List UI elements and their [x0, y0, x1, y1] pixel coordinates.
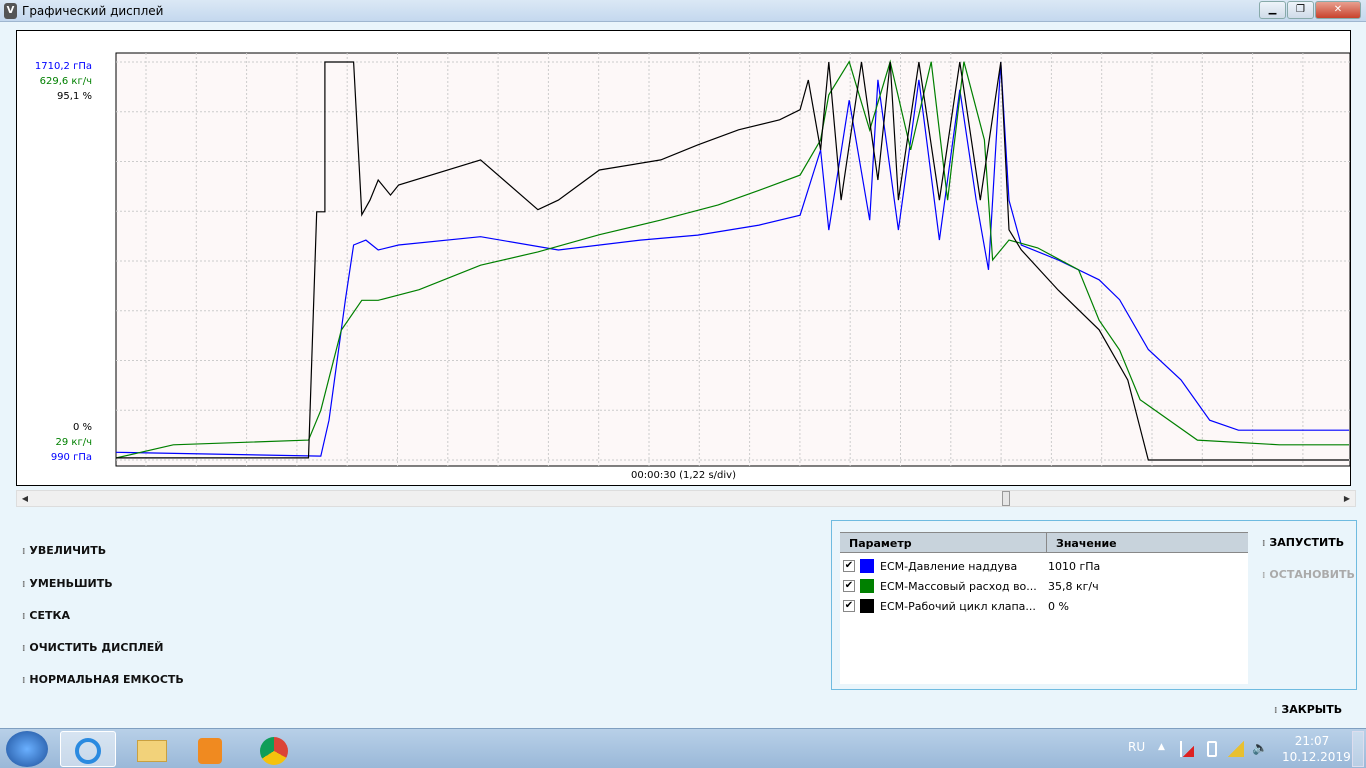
table-row[interactable]: ✔ ECM-Массовый расход во... 35,8 кг/ч — [840, 576, 1248, 596]
param-value: 0 % — [1048, 599, 1069, 613]
chart-plot — [115, 52, 1350, 467]
table-header: Параметр Значение — [840, 532, 1248, 553]
grid-button[interactable]: ⁞ СЕТКА — [22, 609, 70, 622]
stop-button[interactable]: ⁞ ОСТАНОВИТЬ — [1262, 568, 1355, 581]
column-value: Значение — [1056, 537, 1117, 550]
bullet-icon: ⁞ — [1274, 706, 1278, 716]
show-desktop-button[interactable] — [1352, 731, 1364, 767]
start-button[interactable]: ⁞ ЗАПУСТИТЬ — [1262, 536, 1344, 549]
close-window-button[interactable]: ✕ — [1315, 1, 1361, 19]
bullet-icon: ⁞ — [1262, 539, 1266, 549]
bullet-icon: ⁞ — [22, 644, 26, 654]
param-name: ECM-Рабочий цикл клапа... — [880, 599, 1036, 613]
blue-axis-min: 990 гПа — [50, 452, 92, 463]
scroll-thumb[interactable] — [1002, 491, 1010, 506]
parameter-table: Параметр Значение ✔ ECM-Давление наддува… — [840, 532, 1248, 684]
table-row[interactable]: ✔ ECM-Рабочий цикл клапа... 0 % — [840, 596, 1248, 616]
clock-time[interactable]: 21:07 — [1282, 734, 1342, 748]
explorer-taskbar-icon[interactable] — [124, 731, 180, 767]
clear-display-button[interactable]: ⁞ ОЧИСТИТЬ ДИСПЛЕЙ — [22, 641, 164, 654]
param-name: ECM-Давление наддува — [880, 559, 1018, 573]
normal-capacity-button[interactable]: ⁞ НОРМАЛЬНАЯ ЕМКОСТЬ — [22, 673, 184, 686]
language-indicator[interactable]: RU — [1128, 740, 1145, 754]
action-center-flag-icon[interactable] — [1180, 741, 1194, 757]
bullet-icon: ⁞ — [22, 612, 26, 622]
horizontal-scrollbar[interactable]: ◀ ▶ — [16, 490, 1356, 507]
green-axis-min: 29 кг/ч — [55, 437, 92, 448]
tray-expand-icon[interactable]: ▲ — [1158, 742, 1165, 752]
color-swatch — [860, 579, 874, 593]
column-parameter: Параметр — [840, 533, 1047, 552]
bullet-icon: ⁞ — [22, 676, 26, 686]
table-row[interactable]: ✔ ECM-Давление наддува 1010 гПа — [840, 556, 1248, 576]
green-axis-max: 629,6 кг/ч — [39, 76, 92, 87]
app-icon: V — [4, 3, 17, 19]
param-value: 35,8 кг/ч — [1048, 579, 1099, 593]
battery-icon[interactable] — [1207, 741, 1217, 757]
window-title: Графический дисплей — [22, 4, 164, 18]
bullet-icon: ⁞ — [1262, 571, 1266, 581]
color-swatch — [860, 559, 874, 573]
minimize-button[interactable]: ▁ — [1259, 1, 1286, 19]
checkbox[interactable]: ✔ — [843, 560, 855, 572]
zoom-out-button[interactable]: ⁞ УМЕНЬШИТЬ — [22, 577, 113, 590]
ie-taskbar-icon[interactable] — [60, 731, 116, 767]
start-menu-button[interactable] — [6, 731, 48, 767]
checkbox[interactable]: ✔ — [843, 580, 855, 592]
media-player-taskbar-icon[interactable] — [182, 731, 238, 767]
color-swatch — [860, 599, 874, 613]
scroll-right-button[interactable]: ▶ — [1339, 491, 1355, 506]
black-axis-min: 0 % — [72, 422, 92, 433]
taskbar: RU ▲ 🔈 21:07 10.12.2019 — [0, 728, 1366, 768]
volume-icon[interactable]: 🔈 — [1252, 741, 1268, 756]
scroll-left-button[interactable]: ◀ — [17, 491, 33, 506]
chart: 1710,2 гПа 629,6 кг/ч 95,1 % 0 % 29 кг/ч… — [16, 30, 1351, 486]
title-bar: V Графический дисплей ▁ ❐ ✕ — [0, 0, 1366, 22]
network-icon[interactable] — [1228, 741, 1244, 757]
close-button[interactable]: ⁞ ЗАКРЫТЬ — [1274, 703, 1342, 716]
blue-axis-max: 1710,2 гПа — [34, 61, 92, 72]
plot-area — [115, 52, 1350, 467]
bullet-icon: ⁞ — [22, 547, 26, 557]
x-axis-label: 00:00:30 (1,22 s/div) — [631, 470, 736, 481]
param-name: ECM-Массовый расход во... — [880, 579, 1037, 593]
chrome-taskbar-icon[interactable] — [246, 731, 302, 767]
clock-date[interactable]: 10.12.2019 — [1282, 750, 1351, 764]
param-value: 1010 гПа — [1048, 559, 1101, 573]
maximize-button[interactable]: ❐ — [1287, 1, 1314, 19]
checkbox[interactable]: ✔ — [843, 600, 855, 612]
bullet-icon: ⁞ — [22, 580, 26, 590]
black-axis-max: 95,1 % — [57, 91, 92, 102]
zoom-in-button[interactable]: ⁞ УВЕЛИЧИТЬ — [22, 544, 106, 557]
